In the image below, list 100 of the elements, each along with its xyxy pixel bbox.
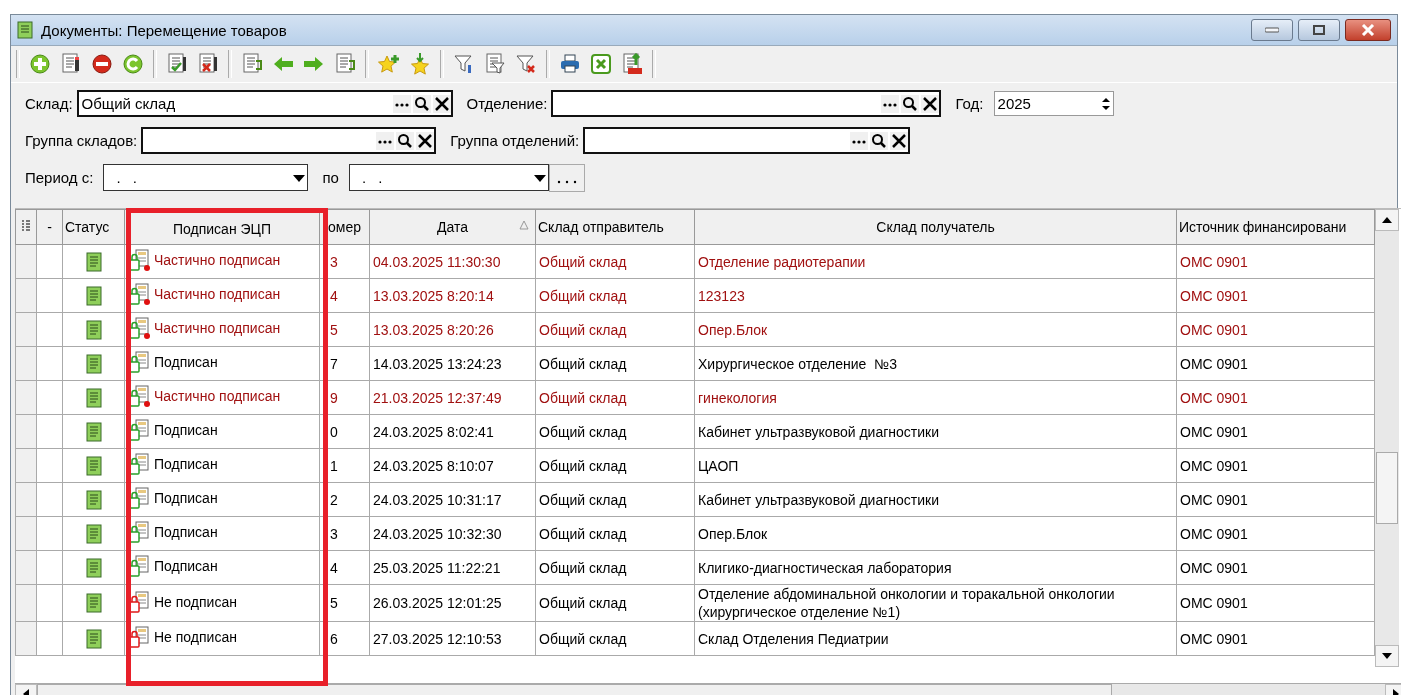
table-cell: Общий склад [535, 414, 695, 449]
document-icon [85, 455, 102, 476]
minimize-button[interactable] [1251, 19, 1293, 41]
table-cell: ОМС 0901 [1176, 448, 1375, 483]
column-header[interactable]: Источник финансировани [1176, 209, 1375, 245]
field-label: Группа складов: [25, 132, 138, 149]
filter-edit-icon[interactable] [484, 53, 506, 75]
lookup-field[interactable] [583, 127, 911, 154]
clear-icon[interactable] [432, 94, 451, 113]
table-cell: 24.03.2025 8:10:07 [369, 448, 536, 483]
filter-icon[interactable] [453, 53, 475, 75]
table-cell: ОМС 0901 [1176, 516, 1375, 551]
column-header[interactable]: Склад получатель [694, 209, 1177, 245]
printer-icon[interactable] [559, 53, 581, 75]
table-cell: ОМС 0901 [1176, 244, 1375, 279]
clear-icon[interactable] [921, 94, 940, 113]
table-cell: Общий склад [535, 312, 695, 347]
filter-clear-icon[interactable] [515, 53, 537, 75]
signed-document-icon [128, 419, 150, 441]
table-cell: 26.03.2025 12:01:25 [369, 584, 536, 622]
maximize-button[interactable] [1298, 19, 1340, 41]
delete-icon[interactable] [91, 53, 113, 75]
table-cell: ОМС 0901 [1176, 346, 1375, 381]
table-cell: 27.03.2025 12:10:53 [369, 621, 536, 656]
table-cell: ОМС 0901 [1176, 312, 1375, 347]
column-header[interactable]: Дата [369, 209, 536, 245]
lookup-field[interactable] [551, 90, 942, 117]
signed-document-icon [128, 317, 150, 339]
document-arrow-icon[interactable] [334, 53, 356, 75]
table-cell: Общий склад [535, 448, 695, 483]
unsigned-document-icon [128, 590, 150, 613]
table-cell: ОМС 0901 [1176, 482, 1375, 517]
table-cell: Подписан [154, 558, 218, 574]
document-delete-icon[interactable] [197, 53, 219, 75]
scroll-up-button[interactable] [1375, 209, 1399, 231]
more-icon[interactable] [850, 131, 869, 150]
star-arrow-icon[interactable] [409, 53, 431, 75]
more-icon[interactable] [376, 131, 395, 150]
table-cell: 24.03.2025 10:31:17 [369, 482, 536, 517]
date-field[interactable]: . . [103, 164, 309, 191]
more-button[interactable] [548, 163, 585, 192]
table-cell: Склад Отделения Педиатрии [694, 621, 1177, 656]
signed-document-icon [128, 521, 150, 543]
document-check-icon[interactable] [166, 53, 188, 75]
more-icon[interactable] [881, 94, 900, 113]
unsigned-document-icon [128, 626, 150, 648]
column-chooser-icon[interactable] [21, 218, 31, 233]
minimize-icon [1265, 27, 1279, 33]
table-cell: Частично подписан [154, 388, 281, 404]
more-icon[interactable] [392, 94, 411, 113]
document-edit-icon[interactable] [60, 53, 82, 75]
date-field[interactable]: . . [348, 164, 549, 191]
export-icon[interactable] [621, 53, 643, 75]
table-cell: 7 [319, 346, 370, 381]
table-cell: Частично подписан [154, 252, 281, 268]
table-cell: 6 [319, 621, 370, 656]
search-icon[interactable] [396, 131, 415, 150]
signed-document-icon [128, 453, 150, 475]
table-cell: ОМС 0901 [1176, 414, 1375, 449]
refresh-icon[interactable] [122, 53, 144, 75]
close-button[interactable] [1345, 19, 1391, 41]
table-cell: Клигико-диагностическая лаборатория [694, 550, 1177, 585]
column-header[interactable]: - [36, 209, 63, 245]
spreadsheet-icon[interactable] [590, 53, 612, 75]
add-icon[interactable] [29, 53, 51, 75]
table-cell: гинекология [694, 380, 1177, 415]
clear-icon[interactable] [416, 131, 435, 150]
star-add-icon[interactable] [378, 53, 400, 75]
table-cell: Подписан [154, 354, 218, 370]
field-label: Год: [955, 95, 984, 112]
table-cell: Общий склад [535, 516, 695, 551]
signed-document-icon [128, 283, 150, 305]
vertical-scrollbar[interactable] [1375, 209, 1399, 667]
lookup-field[interactable] [141, 127, 437, 154]
column-header[interactable]: Статус [62, 209, 125, 245]
table-cell: Не подписан [154, 593, 237, 610]
table-cell: ОМС 0901 [1176, 380, 1375, 415]
lookup-field[interactable]: Общий склад [76, 90, 453, 117]
clear-icon[interactable] [890, 131, 909, 150]
search-icon[interactable] [870, 131, 889, 150]
scroll-thumb[interactable] [1376, 452, 1398, 524]
table-cell: 3 [319, 516, 370, 551]
table-cell: Кабинет ультразвуковой диагностики [694, 414, 1177, 449]
document-arrow-icon[interactable] [241, 53, 263, 75]
table-cell: 24.03.2025 8:02:41 [369, 414, 536, 449]
document-icon [85, 523, 102, 544]
field-label: по [322, 169, 339, 186]
table-cell: Не подписан [154, 629, 237, 645]
document-icon [85, 285, 102, 306]
year-spinner[interactable]: 2025 [993, 91, 1114, 116]
table-cell: 4 [319, 278, 370, 313]
table-cell: 21.03.2025 12:37:49 [369, 380, 536, 415]
search-icon[interactable] [412, 94, 431, 113]
document-icon [85, 489, 102, 510]
table-cell: 13.03.2025 8:20:14 [369, 278, 536, 313]
column-header[interactable]: Склад отправитель [535, 209, 695, 245]
signed-document-icon [128, 487, 150, 509]
document-icon [85, 353, 102, 374]
scroll-down-button[interactable] [1375, 645, 1399, 667]
search-icon[interactable] [901, 94, 920, 113]
